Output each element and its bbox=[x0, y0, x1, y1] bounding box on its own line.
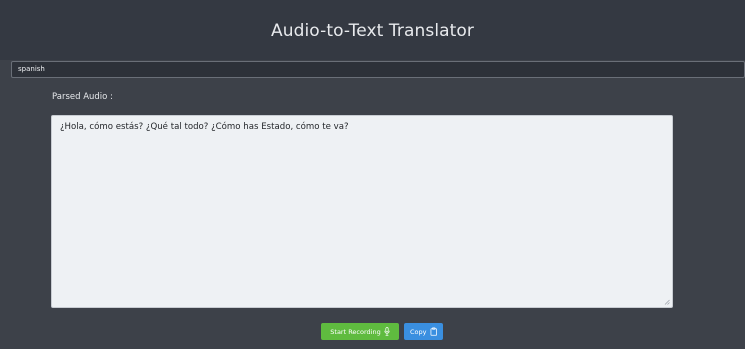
app-title: Audio-to-Text Translator bbox=[270, 21, 475, 41]
language-select-value: spanish bbox=[18, 65, 45, 73]
app-header: Audio-to-Text Translator bbox=[0, 0, 745, 60]
action-buttons: Start Recording Copy bbox=[321, 323, 443, 340]
copy-label: Copy bbox=[410, 327, 427, 336]
transcript-textarea[interactable]: ¿Hola, cómo estás? ¿Qué tal todo? ¿Cómo … bbox=[51, 115, 673, 308]
clipboard-icon bbox=[430, 327, 437, 336]
parsed-audio-label: Parsed Audio : bbox=[52, 92, 113, 102]
language-select[interactable]: spanish bbox=[11, 61, 745, 78]
resize-grip-icon[interactable] bbox=[664, 299, 670, 305]
copy-button[interactable]: Copy bbox=[404, 323, 443, 340]
transcript-text: ¿Hola, cómo estás? ¿Qué tal todo? ¿Cómo … bbox=[60, 122, 349, 132]
microphone-icon bbox=[384, 327, 390, 336]
start-recording-button[interactable]: Start Recording bbox=[321, 323, 399, 340]
start-recording-label: Start Recording bbox=[330, 327, 381, 336]
